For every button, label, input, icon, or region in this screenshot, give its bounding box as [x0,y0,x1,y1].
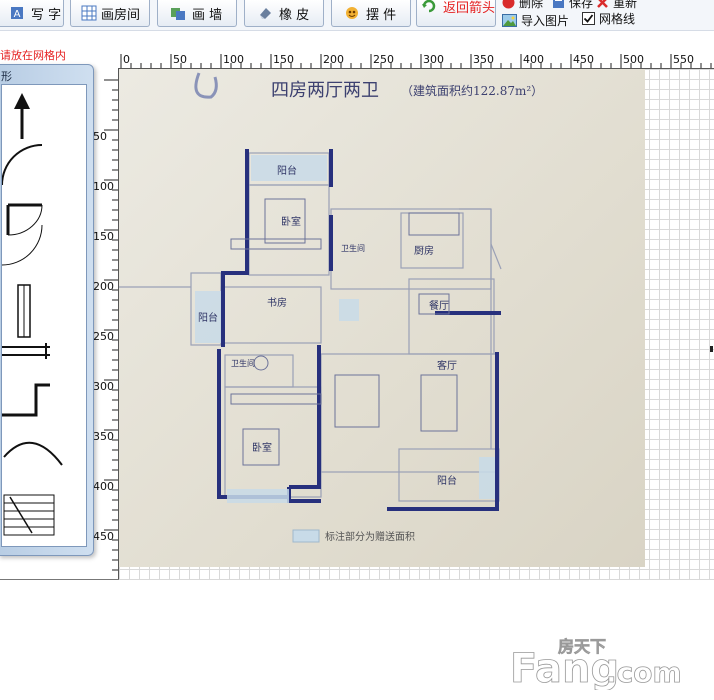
legend-swatch [292,529,320,543]
gridline-toggle[interactable]: 网格线 [582,10,635,27]
ruler-label: 450 [573,53,594,66]
room-label-bathroom-center: 卫生间 [341,243,365,253]
floorplan-drawing: 四房两厅两卫 （建筑面积约122.87m²） 阳台 卧室 卫生间 厨房 书房 阳… [119,72,543,543]
fang-logo: 房天下 Fang .com [508,632,704,693]
ruler-label: 550 [673,53,694,66]
draw-room-button[interactable]: 画房间 [70,0,150,27]
import-image-label: 导入图片 [521,14,570,28]
shape-palette-panel: 形 [0,64,94,556]
draw-wall-label: 画 墙 [192,7,223,23]
gridline-label: 网格线 [599,12,636,26]
ruler-label: 150 [93,230,114,243]
shape-arrow-up[interactable] [14,93,30,139]
room-label-balcony-top: 阳台 [277,164,297,177]
ruler-label: 350 [473,53,494,66]
delete-button[interactable]: 删除 [502,0,543,11]
furniture-label: 摆 件 [366,7,397,23]
furniture-icon [344,5,360,21]
logo-domain: .com [606,656,682,689]
draw-wall-button[interactable]: 画 墙 [157,0,237,27]
vertical-ruler: 50100150200250300350400450500 [90,68,119,593]
toolbar: A 写 字 画房间 画 墙 橡 皮 摆 件 返回箭头 删除 保存 重新 导入图片… [0,0,714,31]
ruler-label: 200 [323,53,344,66]
horizontal-ruler-scale: 0 50 100 150 200 250 300 350 400 450 500 550 [120,53,712,68]
ruler-label: 300 [93,380,114,393]
eraser-icon [257,5,273,21]
eraser-label: 橡 皮 [279,7,310,23]
draw-room-label: 画房间 [101,7,141,23]
ruler-label: 450 [93,530,114,543]
text-icon: A [9,5,25,21]
panel-title: 形 [1,70,12,83]
vertical-ruler-scale: 50100150200250300350400450500 [93,79,118,593]
return-arrow-label: 返回箭头 [443,0,496,16]
ruler-label: 0 [123,53,130,66]
shape-wall-segment[interactable] [2,343,50,359]
floorplan-title: 四房两厅两卫 [271,80,379,101]
floorplan-thick-walls [217,149,501,511]
import-image-button[interactable]: 导入图片 [502,12,569,29]
ruler-label: 150 [273,53,294,66]
resize-handle-right[interactable] [710,346,713,352]
floorplan-image[interactable]: 四房两厅两卫 （建筑面积约122.87m²） 阳台 卧室 卫生间 厨房 书房 阳… [119,69,645,567]
room-label-balcony-left: 阳台 [198,311,218,324]
eraser-button[interactable]: 橡 皮 [244,0,324,27]
ruler-label: 50 [173,53,187,66]
room-label-bedroom-top: 卧室 [281,215,301,228]
logo-brand: Fang [510,646,619,690]
shape-door-arc[interactable] [2,144,43,186]
legend-text: 标注部分为赠送面积 [325,530,415,543]
return-arrow-button[interactable]: 返回箭头 [416,0,496,27]
furniture-button[interactable]: 摆 件 [331,0,411,27]
horizontal-ruler: 0 50 100 150 200 250 300 350 400 450 500 550 [118,52,714,69]
room-label-balcony-bottom: 阳台 [437,474,457,487]
ruler-label: 200 [93,280,114,293]
shape-palette-list [1,84,87,547]
floorplan-thin-walls [119,152,502,502]
write-text-label: 写 字 [31,7,62,23]
ruler-label: 50 [93,130,107,143]
wall-icon [170,5,186,21]
delete-icon [502,0,515,9]
room-grid-icon [81,5,97,21]
brand-swirl-icon [194,72,218,99]
redraw-icon [596,0,609,9]
ruler-label: 400 [523,53,544,66]
ruler-label: 500 [623,53,644,66]
save-icon [552,0,565,9]
room-label-living: 客厅 [437,359,457,372]
ruler-label: 250 [93,330,114,343]
image-icon [502,14,517,27]
ruler-label: 400 [93,480,114,493]
shape-door-swing[interactable] [6,203,43,236]
shape-corner-wall[interactable] [2,383,50,417]
placement-warning: 请放在网格内 [0,49,66,62]
room-label-bedroom-bottom: 卧室 [252,441,272,454]
svg-text:A: A [14,9,21,20]
room-label-bathroom-left: 卫生间 [231,358,255,368]
room-label-dining: 餐厅 [429,299,449,312]
shape-curve[interactable] [3,441,63,466]
ruler-label: 250 [373,53,394,66]
room-label-study: 书房 [267,296,287,309]
ruler-label: 100 [93,180,114,193]
floorplan-area: （建筑面积约122.87m²） [401,83,543,98]
shape-window[interactable] [17,284,31,338]
shape-stairs[interactable] [3,494,55,536]
floorplan-furniture [230,198,460,466]
canvas-bottom-border [0,579,119,580]
return-arrow-icon [421,0,437,14]
gift-area-shading [195,155,495,503]
ruler-label: 300 [423,53,444,66]
checkbox-checked-icon[interactable] [582,12,595,25]
write-text-button[interactable]: A 写 字 [0,0,64,27]
ruler-label: 350 [93,430,114,443]
room-label-kitchen: 厨房 [414,244,434,257]
delete-label: 删除 [519,0,544,10]
ruler-label: 100 [223,53,244,66]
